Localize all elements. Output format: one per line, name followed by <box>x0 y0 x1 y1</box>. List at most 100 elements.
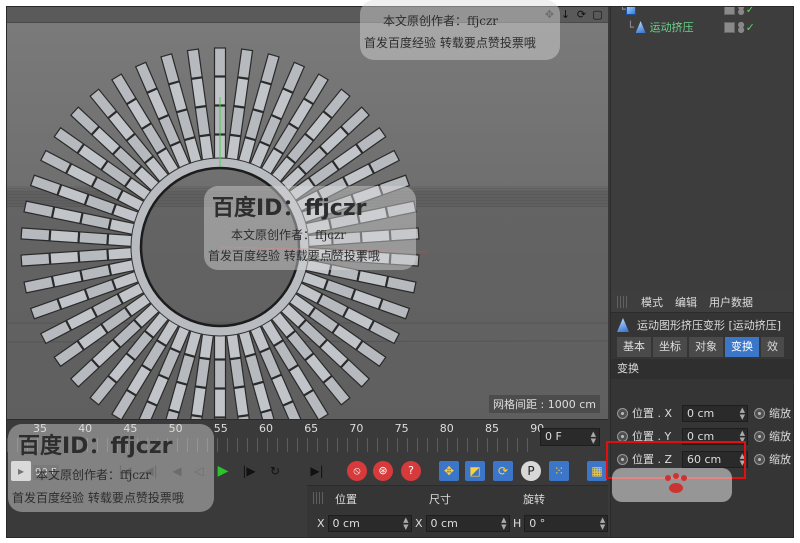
current-frame-field[interactable]: 0 F ▲ ▼ <box>540 428 600 446</box>
tab-basic[interactable]: 基本 <box>617 337 651 357</box>
extrude-segment <box>319 339 349 368</box>
rotation-h-coord-field[interactable]: 0 ° ▲ ▼ <box>524 515 609 532</box>
size-x-coord-value: 0 cm <box>430 517 458 530</box>
attribute-menu-bar: 模式 编辑 用户数据 <box>611 291 793 313</box>
point-level-icon[interactable]: ⁙ <box>549 461 569 481</box>
spinner-icon[interactable]: ▲ ▼ <box>591 431 596 445</box>
extrude-segment <box>57 184 89 206</box>
extrude-segment <box>80 263 112 282</box>
3d-viewport[interactable]: ✥ ↓ ⟳ ▢ 网格间距 : 1000 cm <box>7 7 608 419</box>
prev-frame-icon[interactable]: ◀ <box>167 461 187 481</box>
timeline-ruler[interactable]: 35 40 45 50 55 60 65 70 75 80 85 90 0 F ▲ ▼ <box>7 419 608 455</box>
spinner-icon[interactable]: ▲ ▼ <box>501 517 506 531</box>
tab-transform[interactable]: 变换 <box>725 337 759 357</box>
tab-coord[interactable]: 坐标 <box>653 337 687 357</box>
spinner-icon[interactable]: ▲ ▼ <box>600 517 605 531</box>
move-view-icon[interactable]: ✥ <box>543 8 556 21</box>
section-transform-header: 变换 <box>611 359 793 379</box>
extrude-segment <box>328 212 360 231</box>
visibility-dots-icon[interactable]: ● ● <box>738 7 745 16</box>
position-x-field[interactable]: 0 cm ▲ ▼ <box>682 404 748 422</box>
tab-object[interactable]: 对象 <box>689 337 723 357</box>
extrude-segment <box>49 229 80 244</box>
animate-radio[interactable] <box>754 453 765 465</box>
extrude-segment <box>389 252 420 267</box>
prop-position-x-label: 位置 . X <box>632 407 673 420</box>
extrude-segment <box>378 174 411 196</box>
enabled-check-icon[interactable]: ✓ <box>746 21 755 34</box>
spinner-icon[interactable]: ▲ ▼ <box>403 517 408 531</box>
extrude-segment <box>229 357 246 389</box>
timeline-tick-label: 60 <box>259 422 273 435</box>
tab-effectors[interactable]: 效 <box>761 337 784 357</box>
extrude-segment <box>282 61 306 94</box>
extrude-segment <box>323 278 356 301</box>
extrude-segment <box>322 88 351 119</box>
zoom-view-icon[interactable]: ↓ <box>559 8 572 21</box>
extrude-segment <box>355 126 387 154</box>
extrude-segment <box>233 386 250 417</box>
extrude-segment <box>328 263 360 282</box>
object-tag-icon[interactable] <box>723 21 735 33</box>
object-tag-icon[interactable] <box>723 7 735 15</box>
object-row-parent[interactable]: └ ● ● ✓ <box>619 7 755 16</box>
extrude-segment <box>304 110 333 142</box>
extrude-segment <box>252 381 272 413</box>
menu-edit[interactable]: 编辑 <box>675 294 697 310</box>
extrude-segment <box>29 298 62 320</box>
position-x-axis-label: X <box>317 517 325 530</box>
extrude-segment <box>84 278 117 301</box>
play-reverse-icon[interactable]: ◁ <box>189 461 209 481</box>
extrude-segment <box>51 269 83 288</box>
play-icon[interactable]: ▶ <box>213 461 233 481</box>
visibility-dots-icon[interactable]: ● ● <box>738 20 745 33</box>
object-row-motion-extrude[interactable]: └ 运动挤压 ● ● ✓ <box>627 19 755 35</box>
timeline-tick-label: 40 <box>78 422 93 435</box>
object-name-motion-extrude: 运动挤压 <box>649 21 694 34</box>
film-strip-icon[interactable]: ▦ <box>587 461 607 481</box>
animate-radio[interactable] <box>754 407 765 419</box>
animate-radio[interactable] <box>754 430 765 442</box>
viewport-scene <box>7 47 608 419</box>
parameter-key-icon[interactable]: P <box>521 461 541 481</box>
extrude-segment <box>111 389 137 419</box>
play-mode-icon[interactable]: ▸ <box>11 461 31 481</box>
scale-tool-icon[interactable]: ◩ <box>465 461 485 481</box>
extrude-segment <box>303 73 329 105</box>
extrude-segment <box>357 269 389 288</box>
position-x-coord-field[interactable]: 0 cm ▲ ▼ <box>327 515 412 532</box>
current-frame-value: 0 F <box>545 430 562 443</box>
fps-field[interactable]: 90 F <box>33 465 59 480</box>
extrude-segment <box>80 212 112 231</box>
size-x-coord-field[interactable]: 0 cm ▲ ▼ <box>425 515 510 532</box>
loop-icon[interactable]: ↻ <box>265 461 285 481</box>
next-frame-icon[interactable]: |▶ <box>239 461 259 481</box>
go-to-start-icon[interactable]: |◀ <box>115 461 135 481</box>
animate-radio[interactable] <box>617 430 628 442</box>
panel-grip-icon[interactable] <box>617 295 629 308</box>
keyframe-help-icon[interactable]: ? <box>401 461 421 481</box>
panel-grip-icon[interactable] <box>313 492 325 504</box>
rotate-view-icon[interactable]: ⟳ <box>575 8 588 21</box>
extrude-segment <box>322 375 351 406</box>
go-to-end-icon[interactable]: ▶| <box>307 461 327 481</box>
move-tool-icon[interactable]: ✥ <box>439 461 459 481</box>
position-x-value: 0 cm <box>687 406 715 420</box>
animate-radio[interactable] <box>617 407 628 419</box>
extrude-segment <box>20 252 51 267</box>
enabled-check-icon[interactable]: ✓ <box>746 7 755 16</box>
maximize-view-icon[interactable]: ▢ <box>591 8 604 21</box>
extrude-segment <box>194 105 211 137</box>
extrude-segment <box>389 227 420 242</box>
menu-user-data[interactable]: 用户数据 <box>709 294 753 310</box>
scale-x-label: 缩放 <box>769 407 791 420</box>
attribute-object-title: 运动图形挤压变形 [运动挤压] <box>611 313 793 337</box>
record-keys-icon[interactable]: ⦸ <box>347 461 367 481</box>
rotate-tool-icon[interactable]: ⟳ <box>493 461 513 481</box>
spinner-icon[interactable]: ▲ ▼ <box>740 406 745 421</box>
extrude-segment <box>332 143 363 171</box>
extrude-segment <box>385 275 417 294</box>
auto-key-icon[interactable]: ⊛ <box>373 461 393 481</box>
menu-mode[interactable]: 模式 <box>641 294 663 310</box>
prev-key-icon[interactable]: ◀| <box>141 461 161 481</box>
